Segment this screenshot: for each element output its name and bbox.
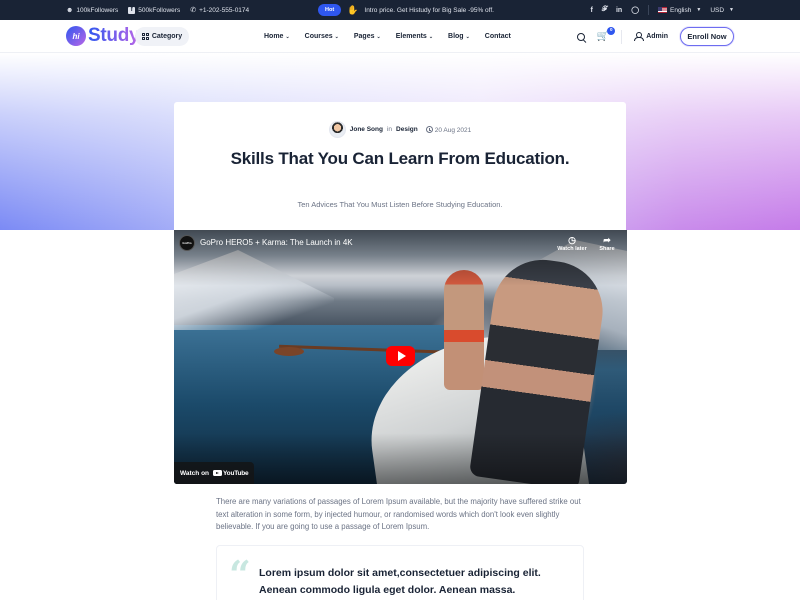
nav-item-contact[interactable]: Contact [485, 33, 511, 40]
share-arrow-icon: ➦ [603, 235, 611, 245]
chevron-down-icon: ⌄ [428, 33, 434, 40]
quote-icon: “ [229, 552, 251, 597]
post-paragraph: There are many variations of passages of… [216, 497, 581, 531]
post-title: Skills That You Can Learn From Education… [230, 149, 570, 168]
user-icon [634, 32, 645, 41]
category-button[interactable]: Category [135, 27, 189, 46]
linkedin-icon[interactable]: in [616, 7, 622, 14]
author-name[interactable]: Jone Song [350, 126, 383, 133]
post-category-link[interactable]: Design [396, 126, 418, 133]
post-date: 20 Aug 2021 [425, 125, 471, 134]
promo-text: Intro price. Get Histudy for Big Sale -9… [364, 6, 494, 14]
top-bar: ☻ 100kFollowers f 500kFollowers ✆ +1-202… [0, 0, 800, 20]
cart-count-badge: 0 [607, 26, 616, 35]
facebook-icon[interactable]: f [590, 7, 592, 14]
phone-icon: ✆ [190, 6, 197, 14]
author-avatar[interactable] [328, 121, 346, 138]
followers-link-2[interactable]: f 500kFollowers [128, 6, 180, 14]
video-title[interactable]: GoPro HERO5 + Karma: The Launch in 4K [200, 238, 353, 247]
clock-icon [425, 125, 433, 133]
currency-dropdown[interactable]: USD ▼ [710, 7, 734, 14]
divider [621, 29, 623, 44]
youtube-logo: YouTube [213, 470, 249, 477]
language-dropdown[interactable]: English ▼ [658, 7, 701, 14]
blockquote-text: Lorem ipsum dolor sit amet,consectetuer … [259, 567, 541, 596]
chevron-down-icon: ▼ [729, 7, 734, 13]
grid-icon [141, 33, 149, 40]
chevron-down-icon: ⌄ [376, 33, 381, 40]
header-actions: 🛒 0 Admin Enroll Now [576, 20, 734, 53]
nav-item-home[interactable]: Home ⌄ [264, 33, 290, 40]
enroll-now-button[interactable]: Enroll Now [680, 27, 734, 46]
chevron-down-icon: ⌄ [465, 33, 470, 40]
followers-link-1[interactable]: ☻ 100kFollowers [66, 7, 118, 14]
nav-item-courses[interactable]: Courses ⌄ [305, 33, 339, 40]
site-logo[interactable]: hi Study [66, 25, 140, 47]
post-subtitle: Ten Advices That You Must Listen Before … [297, 200, 503, 209]
logo-mark: hi [66, 26, 86, 46]
chevron-down-icon: ▼ [696, 7, 702, 13]
promo-banner[interactable]: Hot ✋ Intro price. Get Histudy for Big S… [318, 0, 494, 20]
top-bar-right: f 𝓕 in ◯ English ▼ USD ▼ [590, 0, 734, 20]
phone-link[interactable]: ✆ +1-202-555-0174 [190, 7, 249, 14]
embedded-video-player[interactable]: GoPro GoPro HERO5 + Karma: The Launch in… [174, 230, 627, 484]
instagram-icon[interactable]: ◯ [631, 6, 639, 14]
users-icon: ☻ [66, 6, 74, 14]
cart-icon[interactable]: 🛒 0 [597, 26, 616, 42]
chevron-down-icon: ⌄ [285, 33, 290, 40]
share-button[interactable]: ➦ Share [590, 235, 624, 252]
youtube-play-icon [213, 470, 223, 476]
post-author: Jone Song in Design [328, 121, 418, 138]
watch-on-youtube-button[interactable]: Watch on YouTube [174, 462, 255, 484]
clock-icon: ◷ [568, 235, 576, 245]
nav-item-pages[interactable]: Pages ⌄ [354, 33, 381, 40]
main-header: hi Study Category Home ⌄ Courses ⌄ Pages ⌄ … [0, 20, 800, 53]
nav-item-elements[interactable]: Elements ⌄ [396, 33, 433, 40]
hot-badge: Hot [318, 4, 342, 16]
us-flag-icon [658, 7, 668, 13]
post-meta: Jone Song in Design 20 Aug 2021 [174, 121, 626, 138]
channel-avatar[interactable]: GoPro [179, 235, 195, 251]
logo-text: Study [88, 25, 140, 46]
nav-item-blog[interactable]: Blog ⌄ [448, 33, 470, 40]
blockquote-card: “ Lorem ipsum dolor sit amet,consectetue… [216, 545, 584, 600]
facebook-square-icon: f [128, 6, 136, 14]
search-icon[interactable] [576, 32, 585, 41]
divider [648, 5, 650, 15]
in-text: in [386, 126, 393, 133]
play-button[interactable] [386, 346, 415, 366]
top-bar-contacts: ☻ 100kFollowers f 500kFollowers ✆ +1-202… [66, 0, 249, 20]
post-header-card: Jone Song in Design 20 Aug 2021 Skills T… [174, 102, 626, 230]
account-menu[interactable]: Admin [634, 32, 668, 41]
chevron-down-icon: ⌄ [334, 33, 339, 40]
twitter-icon[interactable]: 𝓕 [602, 6, 607, 14]
watch-later-button[interactable]: ◷ Watch later [555, 235, 589, 252]
main-nav: Home ⌄ Courses ⌄ Pages ⌄ Elements ⌄ Blog ⌄ Co… [264, 20, 511, 53]
waving-hand-icon: ✋ [347, 4, 359, 15]
